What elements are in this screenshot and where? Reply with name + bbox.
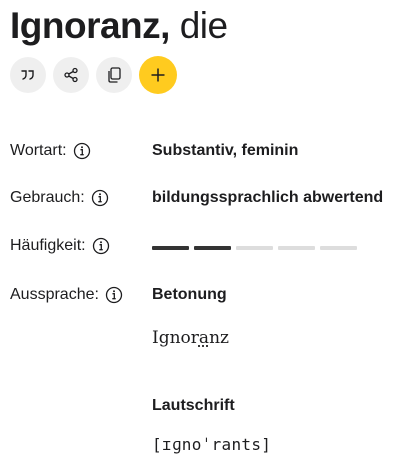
lemma: Ignoranz,	[10, 5, 170, 46]
wortart-label: Wortart:	[10, 142, 67, 159]
frequency-segment	[278, 246, 315, 250]
betonung-word: Ignoranz	[152, 328, 229, 348]
betonung-before: Ignor	[152, 328, 199, 348]
frequency-meter	[152, 246, 357, 250]
share-button[interactable]	[53, 57, 89, 93]
frequency-segment	[236, 246, 273, 250]
frequency-segment	[194, 246, 231, 250]
gebrauch-label: Gebrauch:	[10, 189, 85, 206]
frequency-segment	[320, 246, 357, 250]
action-bar	[10, 56, 177, 94]
wortart-value: Substantiv, feminin	[152, 142, 299, 159]
info-icon[interactable]	[92, 237, 110, 255]
info-icon[interactable]	[105, 286, 123, 304]
label-group: Häufigkeit:	[10, 237, 110, 255]
aussprache-label: Aussprache:	[10, 286, 99, 303]
frequency-segment	[152, 246, 189, 250]
share-icon	[63, 67, 79, 83]
lautschrift-value: [ɪɡnoˈrants]	[152, 435, 272, 454]
copy-icon	[107, 67, 121, 83]
stressed-vowel: a	[198, 328, 210, 348]
label-group: Gebrauch:	[10, 189, 109, 207]
add-button[interactable]	[139, 56, 177, 94]
betonung-after: nz	[209, 328, 229, 348]
article: die	[179, 5, 228, 46]
copy-button[interactable]	[96, 57, 132, 93]
plus-icon	[150, 67, 166, 83]
haeufigkeit-label: Häufigkeit:	[10, 237, 86, 254]
info-icon[interactable]	[73, 142, 91, 160]
label-group: Wortart:	[10, 142, 91, 160]
page-title: Ignoranz, die	[10, 2, 228, 50]
betonung-heading: Betonung	[152, 286, 227, 303]
lautschrift-heading: Lautschrift	[152, 397, 235, 414]
quote-button[interactable]	[10, 57, 46, 93]
info-icon[interactable]	[91, 189, 109, 207]
gebrauch-value: bildungssprachlich abwertend	[152, 189, 384, 206]
quote-icon	[21, 70, 35, 80]
label-group: Aussprache:	[10, 286, 123, 304]
